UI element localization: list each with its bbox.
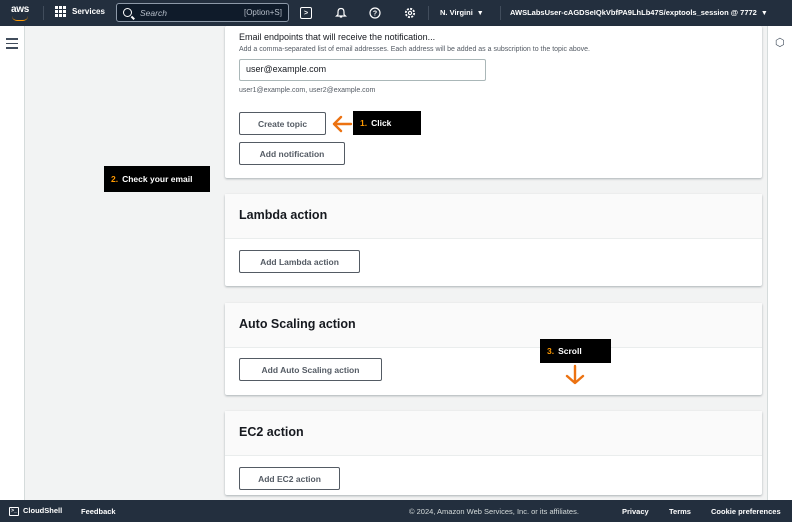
- settings-button[interactable]: [402, 5, 418, 21]
- services-menu-button[interactable]: Services: [55, 6, 105, 17]
- copyright-text: © 2024, Amazon Web Services, Inc. or its…: [409, 507, 579, 516]
- search-input[interactable]: Search [Option+S]: [116, 3, 289, 22]
- callout-number: 1.: [360, 118, 368, 128]
- callout-text: Click: [371, 118, 392, 128]
- callout-click: 1. Click: [353, 111, 421, 135]
- add-notification-button[interactable]: Add notification: [239, 142, 345, 165]
- email-endpoints-label: Email endpoints that will receive the no…: [239, 32, 436, 42]
- notifications-button[interactable]: [333, 5, 349, 21]
- create-topic-button[interactable]: Create topic: [239, 112, 326, 135]
- aws-logo[interactable]: aws: [9, 3, 33, 23]
- info-panel-icon[interactable]: ⬡: [775, 36, 785, 49]
- feedback-link[interactable]: Feedback: [81, 507, 116, 516]
- cookie-preferences-link[interactable]: Cookie preferences: [711, 507, 781, 516]
- ec2-action-title: EC2 action: [225, 411, 762, 456]
- callout-text: Check your email: [122, 174, 193, 184]
- svg-text:?: ?: [373, 11, 377, 18]
- nav-divider: [428, 6, 429, 20]
- nav-divider: [500, 6, 501, 20]
- callout-check-email: 2. Check your email: [104, 166, 210, 192]
- services-label: Services: [72, 7, 105, 16]
- grid-icon: [55, 6, 66, 17]
- search-icon: [123, 8, 132, 17]
- bell-icon: [335, 7, 347, 18]
- right-sidebar: ⬡: [767, 26, 792, 500]
- left-sidebar: [0, 26, 25, 500]
- add-lambda-action-button[interactable]: Add Lambda action: [239, 250, 360, 273]
- privacy-link[interactable]: Privacy: [622, 507, 649, 516]
- top-navigation: aws Services Search [Option+S] > ? N. Vi…: [0, 0, 792, 26]
- menu-icon[interactable]: [6, 38, 18, 52]
- console-footer: >_ CloudShell Feedback © 2024, Amazon Web…: [0, 500, 792, 522]
- email-endpoints-input[interactable]: user@example.com: [239, 59, 486, 81]
- auto-scaling-action-panel: Auto Scaling action Add Auto Scaling act…: [225, 303, 762, 395]
- search-placeholder: Search: [140, 7, 167, 18]
- email-endpoints-description: Add a comma-separated list of email addr…: [239, 46, 590, 53]
- terms-link[interactable]: Terms: [669, 507, 691, 516]
- help-icon: ?: [369, 7, 381, 19]
- account-label: AWSLabsUser-cAGDSeIQkVbfPA9LhLb47S/expto…: [510, 8, 757, 17]
- ec2-action-panel: EC2 action Add EC2 action: [225, 411, 762, 495]
- account-menu[interactable]: AWSLabsUser-cAGDSeIQkVbfPA9LhLb47S/expto…: [510, 8, 768, 17]
- help-button[interactable]: ?: [367, 5, 383, 21]
- cloudshell-icon: >_: [9, 506, 19, 516]
- cloudshell-icon: >: [300, 7, 312, 19]
- aws-smile-icon: [12, 16, 28, 21]
- topic-panel: Email endpoints that will receive the no…: [225, 26, 762, 178]
- arrow-left-icon: [332, 115, 353, 133]
- cloudshell-button[interactable]: >: [298, 5, 314, 21]
- add-ec2-action-button[interactable]: Add EC2 action: [239, 467, 340, 490]
- lambda-action-panel: Lambda action Add Lambda action: [225, 194, 762, 286]
- caret-down-icon: ▼: [476, 10, 484, 17]
- aws-logo-text: aws: [11, 4, 30, 15]
- caret-down-icon: ▼: [760, 10, 768, 17]
- callout-number: 2.: [111, 174, 119, 184]
- search-shortcut: [Option+S]: [243, 8, 282, 17]
- callout-number: 3.: [547, 346, 555, 356]
- email-endpoints-hint: user1@example.com, user2@example.com: [239, 87, 376, 94]
- callout-scroll: 3. Scroll: [540, 339, 611, 363]
- gear-icon: [404, 7, 416, 19]
- nav-divider: [43, 6, 44, 20]
- arrow-down-icon: [565, 364, 585, 385]
- region-selector[interactable]: N. Virgini ▼: [440, 8, 484, 17]
- add-auto-scaling-action-button[interactable]: Add Auto Scaling action: [239, 358, 382, 381]
- lambda-action-title: Lambda action: [225, 194, 762, 239]
- cloudshell-label: CloudShell: [23, 506, 63, 515]
- region-label: N. Virgini: [440, 8, 473, 17]
- auto-scaling-action-title: Auto Scaling action: [225, 303, 762, 348]
- cloudshell-footer-button[interactable]: >_ CloudShell: [9, 506, 62, 516]
- callout-text: Scroll: [558, 346, 582, 356]
